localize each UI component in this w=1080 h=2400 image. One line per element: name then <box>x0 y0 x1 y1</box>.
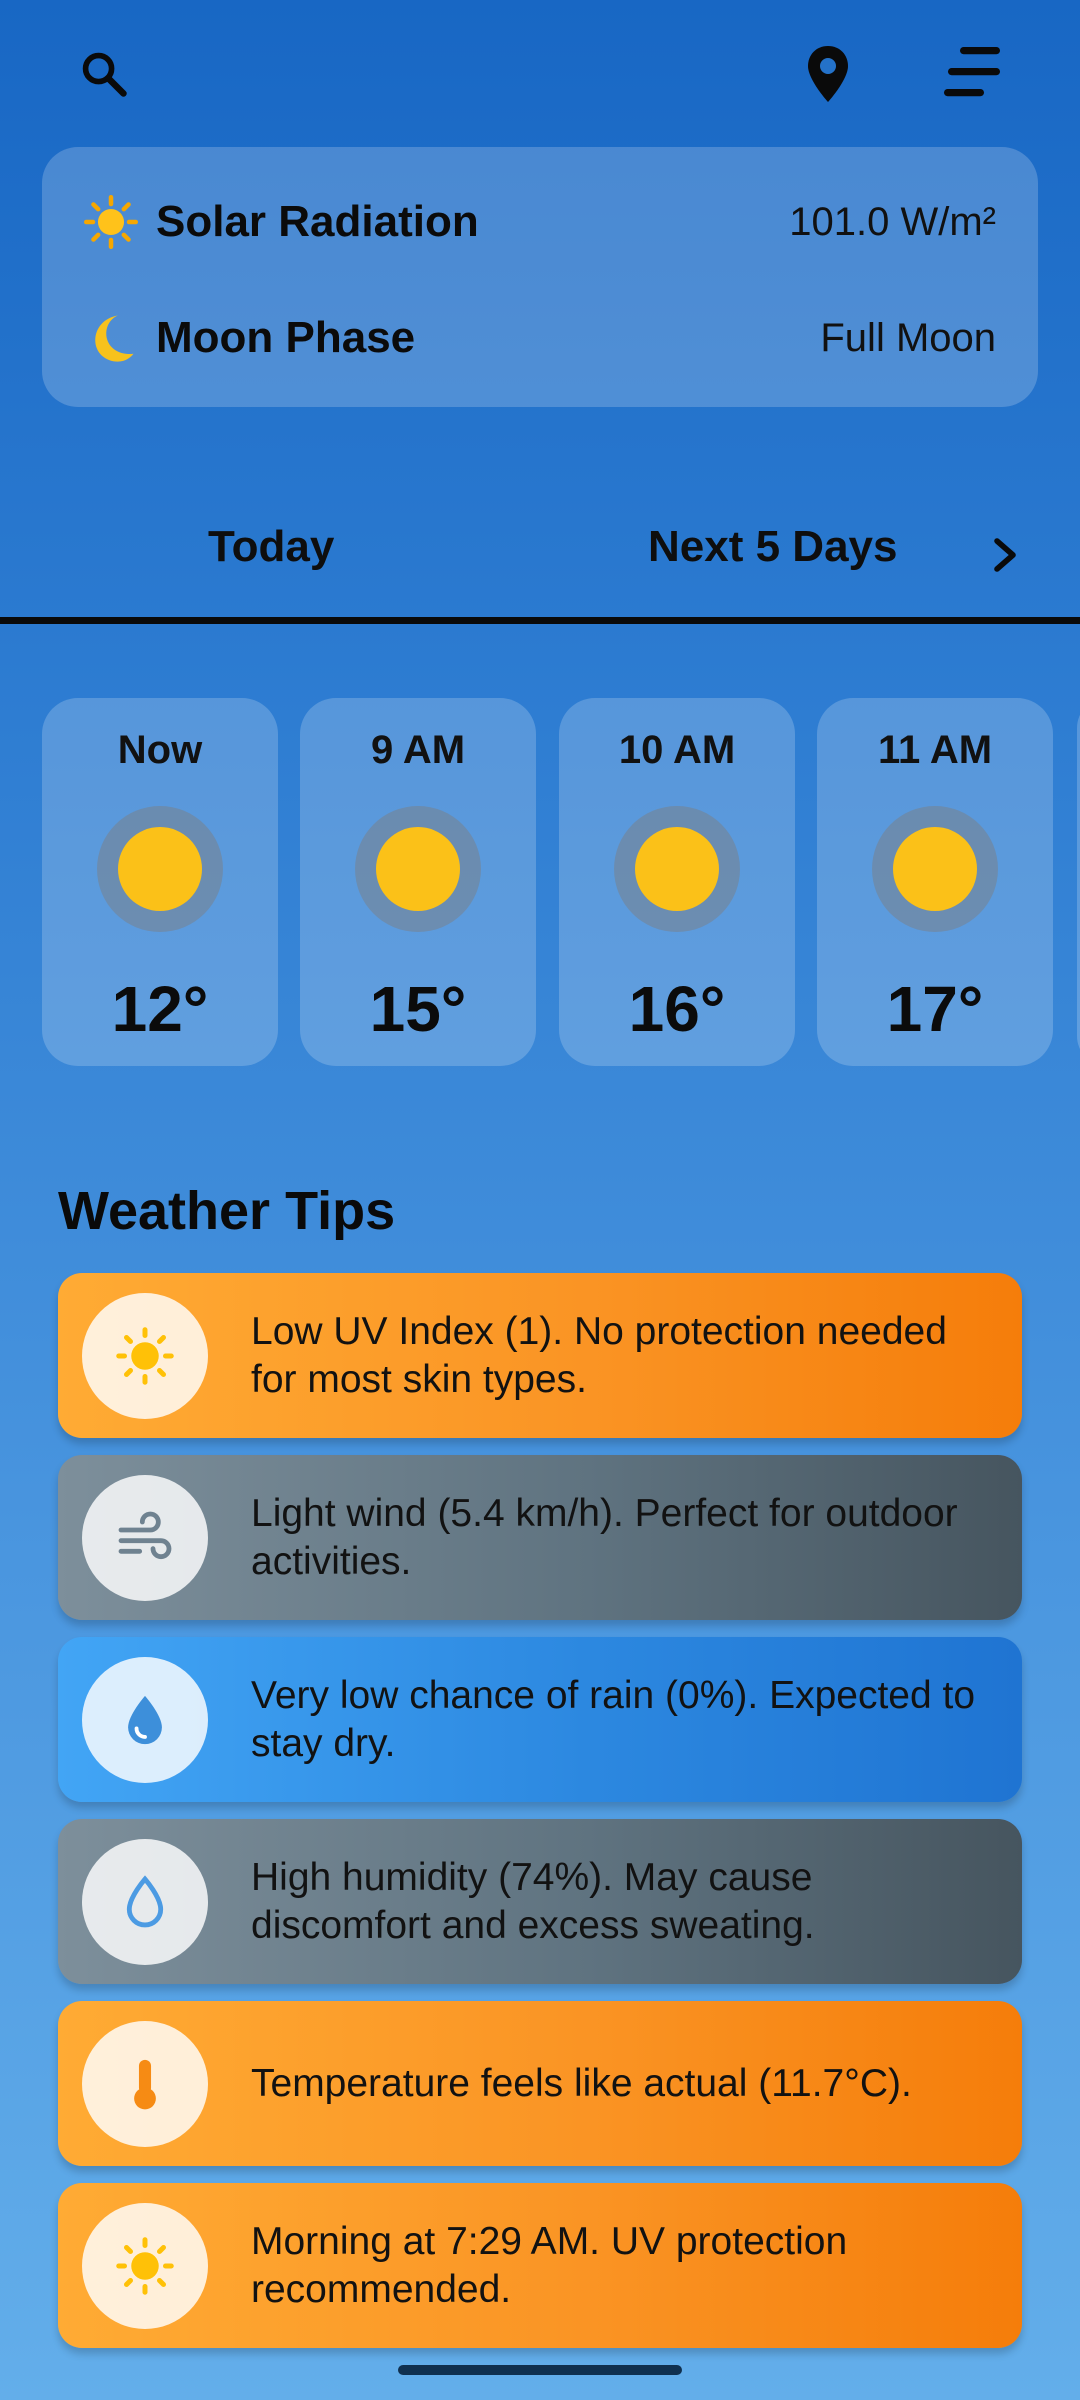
search-icon[interactable] <box>56 26 152 122</box>
solar-radiation-value: 101.0 W/m² <box>789 199 996 244</box>
hourly-card[interactable]: 11 AM 17° <box>817 698 1053 1066</box>
humidity-drop-icon <box>82 1839 208 1965</box>
location-pin-icon[interactable] <box>780 26 876 122</box>
hourly-temp: 12° <box>111 973 209 1045</box>
forecast-tabs: Today Next 5 Days <box>0 490 1080 620</box>
weather-tips-title: Weather Tips <box>58 1181 396 1241</box>
hourly-card[interactable]: Now 12° <box>42 698 278 1066</box>
tip-card-uv[interactable]: Low UV Index (1). No protection needed f… <box>58 1273 1022 1438</box>
hourly-time: 9 AM <box>370 728 466 772</box>
tip-card-rain[interactable]: Very low chance of rain (0%). Expected t… <box>58 1637 1022 1802</box>
thermometer-icon <box>82 2021 208 2147</box>
hourly-temp: 17° <box>886 973 984 1045</box>
moon-phase-label: Moon Phase <box>156 313 416 362</box>
sun-icon <box>82 1293 208 1419</box>
tip-card-morning[interactable]: Morning at 7:29 AM. UV protection recomm… <box>58 2183 1022 2348</box>
tip-text: Low UV Index (1). No protection needed f… <box>251 1309 947 1401</box>
tip-card-feels-like[interactable]: Temperature feels like actual (11.7°C). <box>58 2001 1022 2166</box>
hourly-time: Now <box>117 728 203 772</box>
hourly-time: 10 AM <box>618 728 736 772</box>
sun-icon <box>97 806 223 932</box>
raindrop-icon <box>82 1657 208 1783</box>
sun-emoji-icon <box>82 193 140 251</box>
sun-icon <box>355 806 481 932</box>
tip-text: Light wind (5.4 km/h). Perfect for outdo… <box>251 1491 958 1583</box>
tab-next-5-days[interactable]: Next 5 Days <box>648 522 897 572</box>
hourly-card[interactable]: 10 AM 16° <box>559 698 795 1066</box>
tab-today[interactable]: Today <box>208 522 334 572</box>
hourly-temp: 15° <box>369 973 467 1045</box>
crescent-moon-emoji-icon <box>82 309 140 367</box>
top-bar <box>0 0 1080 145</box>
tip-text: Morning at 7:29 AM. UV protection recomm… <box>251 2219 848 2311</box>
menu-icon[interactable] <box>925 24 1021 120</box>
solar-radiation-label: Solar Radiation <box>156 197 479 246</box>
hourly-forecast-list[interactable]: Now 12° 9 AM 15° 10 AM 16° 11 AM 17° <box>42 698 1080 1068</box>
solar-radiation-row: Solar Radiation 101.0 W/m² <box>82 187 996 257</box>
chevron-right-icon[interactable] <box>958 507 1054 603</box>
tip-text: High humidity (74%). May cause discomfor… <box>251 1855 815 1947</box>
home-indicator[interactable] <box>398 2365 682 2375</box>
tip-text: Temperature feels like actual (11.7°C). <box>251 2061 912 2105</box>
sun-icon <box>872 806 998 932</box>
tip-card-humidity[interactable]: High humidity (74%). May cause discomfor… <box>58 1819 1022 1984</box>
tip-card-wind[interactable]: Light wind (5.4 km/h). Perfect for outdo… <box>58 1455 1022 1620</box>
tab-indicator-line <box>0 617 1080 624</box>
sun-icon <box>614 806 740 932</box>
tip-text: Very low chance of rain (0%). Expected t… <box>251 1673 976 1765</box>
hourly-time: 11 AM <box>877 728 993 772</box>
moon-phase-value: Full Moon <box>820 315 996 360</box>
wind-icon <box>82 1475 208 1601</box>
astro-info-card: Solar Radiation 101.0 W/m² Moon Phase Fu… <box>42 147 1038 407</box>
sun-icon <box>82 2203 208 2329</box>
moon-phase-row: Moon Phase Full Moon <box>82 303 996 373</box>
hourly-card[interactable]: 9 AM 15° <box>300 698 536 1066</box>
hourly-temp: 16° <box>628 973 726 1045</box>
